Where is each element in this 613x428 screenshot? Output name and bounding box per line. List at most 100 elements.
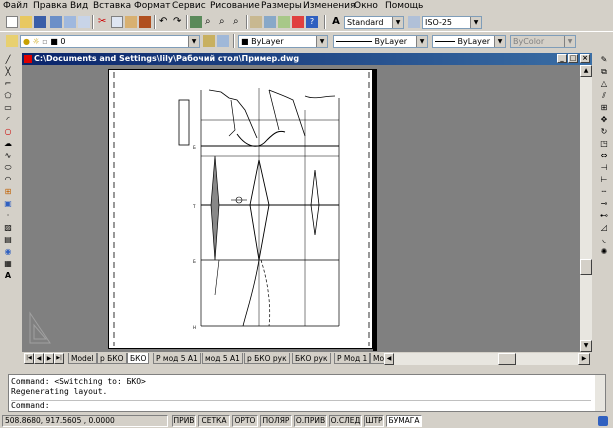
- horizontal-scrollbar[interactable]: [394, 353, 578, 365]
- design-center-icon[interactable]: [264, 16, 276, 28]
- scroll-right-icon[interactable]: ▶: [578, 353, 590, 365]
- polar-toggle[interactable]: ПОЛЯР: [260, 415, 292, 427]
- dim-style-select[interactable]: ISO-25 ▼: [422, 16, 482, 29]
- stretch-icon[interactable]: ⇔: [598, 150, 610, 161]
- snap-toggle[interactable]: ПРИВ: [172, 415, 196, 427]
- layer-previous-icon[interactable]: [217, 35, 229, 47]
- move-icon[interactable]: ✥: [598, 114, 610, 125]
- vertical-scrollbar[interactable]: ▲ ▼: [580, 65, 592, 352]
- tab-last-icon[interactable]: ▶|: [54, 353, 64, 364]
- join-icon[interactable]: ⊷: [598, 210, 610, 221]
- text-style-select[interactable]: Standard ▼: [344, 16, 404, 29]
- paper-toggle[interactable]: БУМАГА: [386, 415, 422, 427]
- tab-r-mod-1[interactable]: Р Мод 1: [334, 353, 371, 364]
- chamfer-icon[interactable]: ◿: [598, 222, 610, 233]
- zoom-previous-icon[interactable]: ⌕: [232, 16, 244, 28]
- hatch-icon[interactable]: ▨: [2, 222, 14, 233]
- trim-icon[interactable]: ⊣: [598, 162, 610, 173]
- menu-dimension[interactable]: Размеры: [261, 1, 302, 11]
- break-icon[interactable]: ⊸: [598, 198, 610, 209]
- restore-button[interactable]: □: [568, 54, 578, 63]
- menu-insert[interactable]: Вставка: [93, 1, 131, 11]
- color-select[interactable]: ■ ByLayer ▼: [238, 35, 328, 48]
- menu-format[interactable]: Формат: [134, 1, 171, 11]
- tab-first-icon[interactable]: |◀: [24, 353, 34, 364]
- break-at-point-icon[interactable]: ╌: [598, 186, 610, 197]
- otrack-toggle[interactable]: О.СЛЕД: [329, 415, 362, 427]
- revision-cloud-icon[interactable]: ☁: [2, 138, 14, 149]
- scale-icon[interactable]: ◳: [598, 138, 610, 149]
- layer-manager-icon[interactable]: [6, 35, 18, 47]
- tab-model[interactable]: Model: [68, 353, 97, 364]
- menu-view[interactable]: Вид: [70, 1, 88, 11]
- paste-icon[interactable]: [125, 16, 137, 28]
- sheet-set-icon[interactable]: [292, 16, 304, 28]
- dim-style-icon[interactable]: [408, 16, 420, 28]
- close-button[interactable]: ×: [580, 54, 590, 63]
- command-input[interactable]: Command:: [11, 400, 591, 411]
- scroll-down-icon[interactable]: ▼: [580, 340, 592, 352]
- zoom-realtime-icon[interactable]: ⌕: [204, 16, 216, 28]
- line-icon[interactable]: ╱: [2, 54, 14, 65]
- offset-icon[interactable]: ⫽: [598, 90, 610, 101]
- rectangle-icon[interactable]: ▭: [2, 102, 14, 113]
- lineweight-toggle[interactable]: ШТР: [364, 415, 384, 427]
- circle-icon[interactable]: ○: [2, 126, 14, 137]
- tab-prev-icon[interactable]: ◀: [34, 353, 44, 364]
- properties-icon[interactable]: [250, 16, 262, 28]
- hscroll-thumb[interactable]: [498, 353, 516, 365]
- open-icon[interactable]: [20, 16, 32, 28]
- grid-toggle[interactable]: СЕТКА: [198, 415, 230, 427]
- copy-icon[interactable]: [111, 16, 123, 28]
- extend-icon[interactable]: ⊢: [598, 174, 610, 185]
- pan-icon[interactable]: [190, 16, 202, 28]
- ortho-toggle[interactable]: ОРТО: [232, 415, 258, 427]
- menu-tools[interactable]: Сервис: [172, 1, 206, 11]
- menu-edit[interactable]: Правка: [33, 1, 67, 11]
- make-current-icon[interactable]: [203, 35, 215, 47]
- text-style-icon[interactable]: A: [330, 16, 342, 28]
- paper-sheet[interactable]: Б Т Б Н: [108, 69, 373, 349]
- menu-draw[interactable]: Рисование: [210, 1, 260, 11]
- tab-next-icon[interactable]: ▶: [44, 353, 54, 364]
- insert-block-icon[interactable]: ⊞: [2, 186, 14, 197]
- scroll-thumb[interactable]: [580, 259, 592, 275]
- tab-r-bko-ruk[interactable]: р БКО рук: [244, 353, 290, 364]
- lineweight-select[interactable]: ByLayer ▼: [432, 35, 506, 48]
- ellipse-icon[interactable]: ⬭: [2, 162, 14, 173]
- table-icon[interactable]: ▦: [2, 258, 14, 269]
- multiline-text-icon[interactable]: A: [2, 270, 14, 281]
- region-icon[interactable]: ◉: [2, 246, 14, 257]
- tab-mod-5-a1[interactable]: мод 5 А1: [202, 353, 243, 364]
- redo-icon[interactable]: ↷: [172, 16, 184, 28]
- tab-r-bko[interactable]: р БКО: [97, 353, 127, 364]
- tab-bko[interactable]: БКО: [127, 353, 150, 364]
- comm-center-icon[interactable]: [598, 416, 608, 426]
- fillet-icon[interactable]: ◟: [598, 234, 610, 245]
- coordinates-readout[interactable]: 508.8680, 917.5605 , 0.0000: [2, 415, 168, 427]
- undo-icon[interactable]: ↶: [158, 16, 170, 28]
- erase-icon[interactable]: ✎: [598, 54, 610, 65]
- zoom-window-icon[interactable]: ⌕: [218, 16, 230, 28]
- construction-line-icon[interactable]: ╳: [2, 66, 14, 77]
- array-icon[interactable]: ⊞: [598, 102, 610, 113]
- copy-object-icon[interactable]: ⧉: [598, 66, 610, 77]
- scroll-up-icon[interactable]: ▲: [580, 65, 592, 77]
- new-icon[interactable]: [6, 16, 18, 28]
- menu-file[interactable]: Файл: [3, 1, 28, 11]
- tab-r-mod-5-a1[interactable]: Р мод 5 А1: [153, 353, 201, 364]
- scroll-left-icon[interactable]: ◀: [384, 353, 394, 365]
- print-icon[interactable]: [50, 16, 62, 28]
- minimize-button[interactable]: _: [557, 54, 567, 63]
- layer-select[interactable]: ● ☼ ▫ ■ 0 ▼: [20, 35, 200, 48]
- polygon-icon[interactable]: ⬠: [2, 90, 14, 101]
- arc-icon[interactable]: ◜: [2, 114, 14, 125]
- point-icon[interactable]: ·: [2, 210, 14, 221]
- menu-modify[interactable]: Изменения: [303, 1, 355, 11]
- linetype-select[interactable]: ByLayer ▼: [333, 35, 428, 48]
- polyline-icon[interactable]: ⌐: [2, 78, 14, 89]
- mirror-icon[interactable]: △: [598, 78, 610, 89]
- menu-window[interactable]: Окно: [354, 1, 378, 11]
- ellipse-arc-icon[interactable]: ◠: [2, 174, 14, 185]
- tool-palettes-icon[interactable]: [278, 16, 290, 28]
